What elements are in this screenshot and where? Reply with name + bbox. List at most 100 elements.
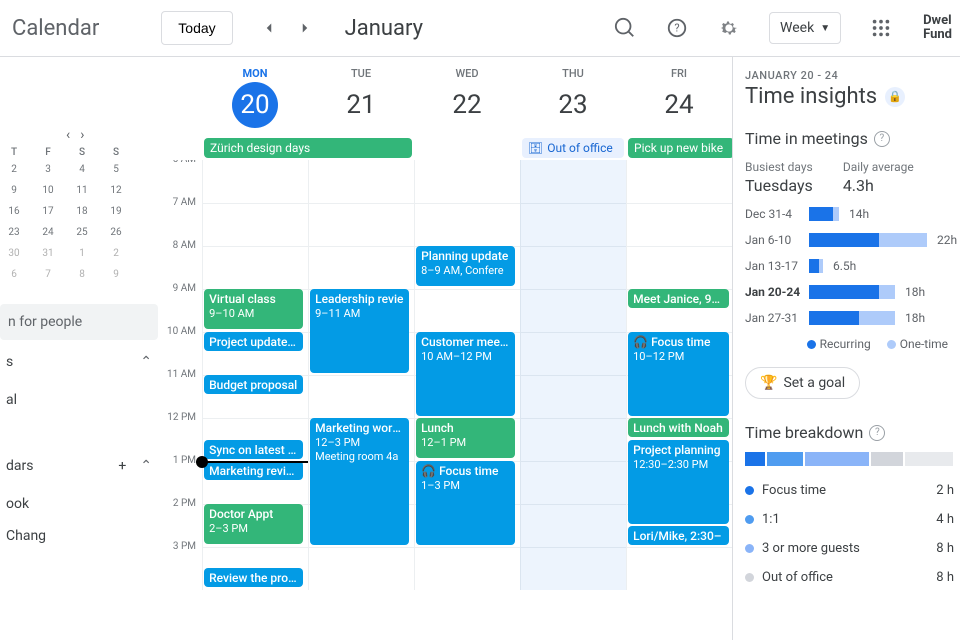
day-header[interactable]: MON20 <box>202 57 308 134</box>
view-selector[interactable]: Week ▼ <box>769 12 841 44</box>
lock-icon[interactable]: 🔒 <box>885 87 905 107</box>
allday-event-zurich[interactable]: Zürich design days <box>204 138 412 158</box>
event-project-planning[interactable]: Project planning12:30–2:30 PM <box>628 440 729 524</box>
settings-button[interactable] <box>709 8 749 48</box>
minical-day[interactable]: 23 <box>0 223 28 242</box>
sidebar: ‹ › TFSS23459101112161718192324252630311… <box>0 57 158 640</box>
sidebar-section-calendars[interactable]: dars +⌃ <box>0 444 158 488</box>
minical-day[interactable]: 2 <box>0 160 28 179</box>
event-sync[interactable]: Sync on latest de <box>204 440 303 459</box>
minical-day[interactable]: 4 <box>68 160 96 179</box>
minical-day[interactable]: 10 <box>34 181 62 200</box>
sidebar-item-chang[interactable]: Chang <box>0 520 158 552</box>
minical-prev[interactable]: ‹ <box>66 127 70 143</box>
event-planning[interactable]: Planning update8–9 AM, Confere <box>416 246 515 286</box>
event-lunch[interactable]: Lunch12–1 PM <box>416 418 515 458</box>
minical-day[interactable]: 17 <box>34 202 62 221</box>
minical-day[interactable]: 9 <box>0 181 28 200</box>
help-icon[interactable]: ? <box>874 131 890 147</box>
event-project-update[interactable]: Project update, 1 <box>204 332 303 351</box>
now-indicator <box>202 461 308 463</box>
breakdown-item[interactable]: Focus time2 h <box>745 476 960 505</box>
minical-day[interactable]: 25 <box>68 223 96 242</box>
allday-event-pickup[interactable]: Pick up new bike <box>628 138 732 158</box>
breakdown-item[interactable]: Out of office8 h <box>745 563 960 592</box>
help-icon[interactable]: ? <box>869 425 885 441</box>
breakdown-item[interactable]: 3 or more guests8 h <box>745 534 960 563</box>
search-people-input[interactable]: n for people <box>0 304 158 340</box>
calendar-grid: MON20TUE21WED22THU23FRI24 Zürich design … <box>158 57 732 640</box>
day-header[interactable]: TUE21 <box>308 57 414 134</box>
minical-day[interactable]: 31 <box>34 244 62 263</box>
mini-calendar[interactable]: TFSS234591011121617181923242526303112678… <box>0 65 158 292</box>
event-customer[interactable]: Customer meetin10 AM–12 PM <box>416 332 515 416</box>
event-doctor[interactable]: Doctor Appt2–3 PM <box>204 504 303 544</box>
event-meet-janice[interactable]: Meet Janice, 9–1 <box>628 289 729 308</box>
minical-day[interactable]: 30 <box>0 244 28 263</box>
ooo-background <box>520 160 626 590</box>
minical-day[interactable]: 11 <box>68 181 96 200</box>
meeting-bar-row[interactable]: Dec 31-414h <box>745 207 960 221</box>
meeting-bar-row[interactable]: Jan 6-1022h <box>745 233 960 247</box>
breakdown-item[interactable]: 1:14 h <box>745 505 960 534</box>
time-label: 9 AM <box>158 283 202 326</box>
set-goal-button[interactable]: 🏆 Set a goal <box>745 367 860 399</box>
event-focus-wed[interactable]: 🎧Focus time1–3 PM <box>416 461 515 545</box>
meeting-bar-row[interactable]: Jan 13-176.5h <box>745 259 960 273</box>
minical-day[interactable]: 26 <box>102 223 130 242</box>
help-button[interactable]: ? <box>657 8 697 48</box>
day-header[interactable]: THU23 <box>520 57 626 134</box>
event-lunch-noah[interactable]: Lunch with Noah <box>628 418 729 437</box>
insights-date-range: JANUARY 20 - 24 <box>745 69 960 82</box>
add-calendar-button[interactable]: + <box>118 458 126 474</box>
minical-day[interactable]: 12 <box>102 181 130 200</box>
svg-text:?: ? <box>674 22 679 35</box>
minical-day[interactable]: 9 <box>102 265 130 284</box>
briefcase-icon: 🗄 <box>528 140 543 156</box>
minical-day[interactable]: 5 <box>102 160 130 179</box>
event-budget[interactable]: Budget proposal <box>204 375 303 394</box>
time-insights-panel: JANUARY 20 - 24 Time insights 🔒 Time in … <box>732 57 960 640</box>
minical-day[interactable]: 19 <box>102 202 130 221</box>
event-virtual-class[interactable]: Virtual class9–10 AM <box>204 289 303 329</box>
minical-day[interactable]: 16 <box>0 202 28 221</box>
event-marketing-review[interactable]: Marketing review <box>204 461 303 480</box>
event-lori-mike[interactable]: Lori/Mike, 2:30– <box>628 526 729 545</box>
day-header[interactable]: FRI24 <box>626 57 732 134</box>
apps-button[interactable] <box>861 8 901 48</box>
sidebar-section-s[interactable]: s⌃ <box>0 340 158 384</box>
event-leadership[interactable]: Leadership revie9–11 AM <box>310 289 409 373</box>
next-week-button[interactable] <box>289 12 321 44</box>
sidebar-item-ook[interactable]: ook <box>0 488 158 520</box>
event-focus-fri[interactable]: 🎧Focus time10–12 PM <box>628 332 729 416</box>
chevron-up-icon: ⌃ <box>140 354 152 370</box>
event-mkt-workshop[interactable]: Marketing works12–3 PMMeeting room 4a <box>310 418 409 545</box>
event-review-proposal[interactable]: Review the propo <box>204 568 303 587</box>
app-header: Calendar Today January ? Week ▼ Dwel Fun… <box>0 0 960 57</box>
allday-event-ooo[interactable]: 🗄Out of office <box>522 138 624 158</box>
search-button[interactable] <box>605 8 645 48</box>
meeting-bar-row[interactable]: Jan 27-3118h <box>745 311 960 325</box>
minical-day[interactable]: 3 <box>34 160 62 179</box>
today-button[interactable]: Today <box>161 11 232 45</box>
meeting-bar-row[interactable]: Jan 20-2418h <box>745 285 960 299</box>
minical-day[interactable]: 6 <box>0 265 28 284</box>
time-grid[interactable]: 6 AM7 AM8 AM9 AM10 AM11 AM12 PM1 PM2 PM3… <box>158 160 732 640</box>
minical-day[interactable]: 24 <box>34 223 62 242</box>
minical-next[interactable]: › <box>80 127 84 143</box>
minical-day[interactable]: 7 <box>34 265 62 284</box>
sidebar-item-al[interactable]: al <box>0 384 158 416</box>
gear-icon <box>718 17 740 39</box>
current-month: January <box>345 16 423 41</box>
day-header[interactable]: WED22 <box>414 57 520 134</box>
prev-week-button[interactable] <box>253 12 285 44</box>
caret-down-icon: ▼ <box>820 23 830 34</box>
time-label: 6 AM <box>158 160 202 197</box>
minical-day[interactable]: 2 <box>102 244 130 263</box>
minical-day[interactable]: 1 <box>68 244 96 263</box>
minical-day[interactable]: 8 <box>68 265 96 284</box>
minical-day[interactable]: 18 <box>68 202 96 221</box>
breakdown-bar <box>745 452 960 466</box>
meetings-section-title: Time in meetings ? <box>745 129 960 148</box>
bar-legend: Recurring One-time <box>745 337 960 351</box>
